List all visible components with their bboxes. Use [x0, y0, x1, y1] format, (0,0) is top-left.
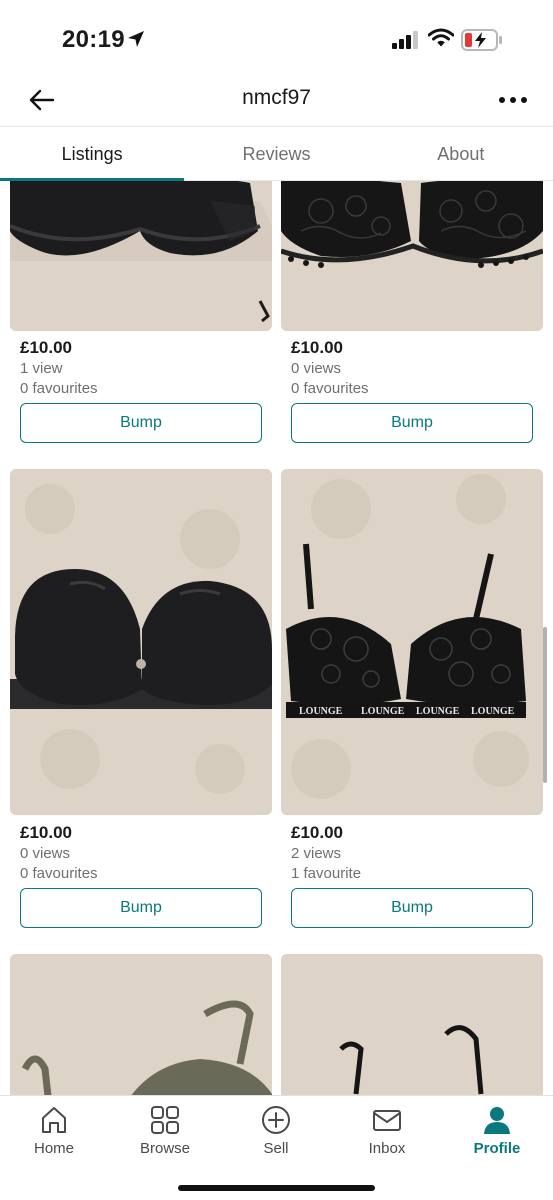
- listings-grid: £10.00 1 view 0 favourites Bump £10.00 0…: [0, 181, 553, 1095]
- bump-button[interactable]: Bump: [20, 888, 262, 928]
- listing-photo[interactable]: [281, 954, 543, 1095]
- plus-circle-icon: [262, 1106, 290, 1134]
- tab-about[interactable]: About: [369, 127, 553, 180]
- listing-views: 0 views: [291, 360, 342, 377]
- wifi-icon: [427, 28, 455, 53]
- nav-browse[interactable]: Browse: [115, 1104, 215, 1164]
- home-indicator: [178, 1185, 375, 1191]
- listing-price: £10.00: [291, 823, 343, 842]
- listing-favourites: 0 favourites: [20, 865, 98, 882]
- listing-favourites: 0 favourites: [291, 380, 369, 397]
- nav-sell-label: Sell: [263, 1140, 289, 1157]
- nav-inbox[interactable]: Inbox: [337, 1104, 437, 1164]
- lounge-print: LOUNGE: [361, 706, 405, 717]
- person-icon: [484, 1107, 510, 1134]
- nav-home[interactable]: Home: [4, 1104, 104, 1164]
- profile-tabs: Listings Reviews About: [0, 126, 553, 181]
- listing-views: 1 view: [20, 360, 63, 377]
- lounge-print: LOUNGE: [416, 706, 460, 717]
- bump-button[interactable]: Bump: [291, 403, 533, 443]
- nav-profile[interactable]: Profile: [447, 1104, 547, 1164]
- nav-home-label: Home: [33, 1140, 74, 1157]
- listing-photo[interactable]: [10, 181, 272, 331]
- lounge-print: LOUNGE: [471, 706, 515, 717]
- more-options-button[interactable]: [493, 82, 533, 118]
- bump-button[interactable]: Bump: [20, 403, 262, 443]
- lounge-print: LOUNGE: [299, 706, 343, 717]
- listing-price: £10.00: [291, 338, 343, 357]
- top-navigation-bar: nmcf97: [0, 74, 553, 126]
- status-time: 20:19: [62, 26, 125, 53]
- nav-profile-label: Profile: [473, 1140, 521, 1157]
- more-dots-icon: [499, 97, 527, 103]
- nav-browse-label: Browse: [139, 1140, 191, 1157]
- listing-views: 0 views: [20, 845, 71, 862]
- scroll-indicator[interactable]: [543, 627, 547, 783]
- page-title: nmcf97: [242, 86, 311, 109]
- bump-button[interactable]: Bump: [291, 888, 533, 928]
- cellular-signal-icon: [392, 31, 420, 54]
- listing-photo[interactable]: [10, 954, 272, 1095]
- listing-views: 2 views: [291, 845, 342, 862]
- listing-photo[interactable]: [281, 181, 543, 331]
- listing-photo[interactable]: [10, 469, 272, 815]
- listing-favourites: 0 favourites: [20, 380, 98, 397]
- listing-price: £10.00: [20, 823, 72, 842]
- tab-listings[interactable]: Listings: [0, 127, 185, 181]
- listing-photo[interactable]: LOUNGE LOUNGE LOUNGE LOUNGE: [281, 469, 543, 815]
- grid-icon: [151, 1106, 179, 1134]
- nav-inbox-label: Inbox: [368, 1140, 406, 1157]
- nav-sell[interactable]: Sell: [226, 1104, 326, 1164]
- tab-reviews[interactable]: Reviews: [184, 127, 368, 180]
- battery-charging-icon: [461, 29, 503, 56]
- mail-icon: [373, 1110, 401, 1131]
- listing-favourites: 1 favourite: [291, 865, 362, 882]
- status-bar: 20:19: [0, 0, 553, 80]
- location-arrow-icon: [126, 29, 146, 54]
- home-icon: [42, 1107, 66, 1133]
- listing-price: £10.00: [20, 338, 72, 357]
